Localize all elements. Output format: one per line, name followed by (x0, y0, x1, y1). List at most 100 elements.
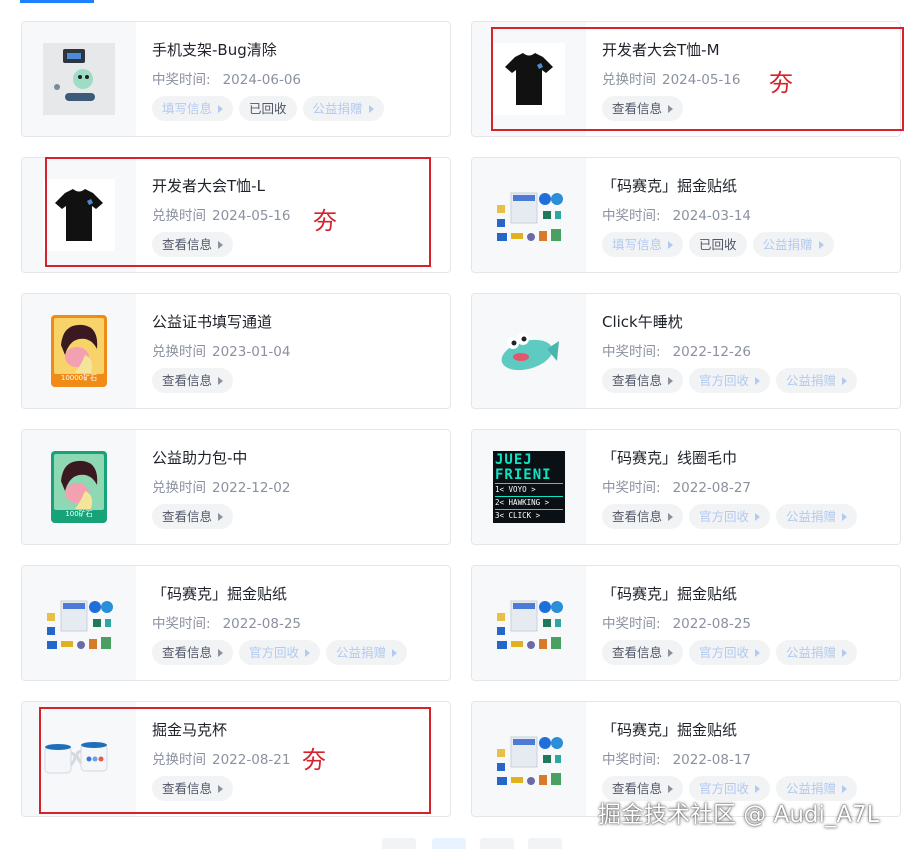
official-recycle-button: 官方回收 (689, 368, 771, 393)
caret-right-icon (842, 512, 848, 521)
prize-actions: 填写信息 已回收 公益捐赠 (602, 232, 834, 257)
button-label: 官方回收 (699, 645, 750, 660)
button-label: 查看信息 (162, 645, 213, 660)
button-label: 官方回收 (249, 645, 300, 660)
sticker-sheet-image (493, 179, 565, 251)
view-info-button[interactable]: 查看信息 (602, 640, 684, 665)
prize-thumbnail (472, 566, 586, 680)
prize-title: 公益助力包-中 (152, 449, 248, 467)
prize-meta: 兑换时间 2023-01-04 (152, 340, 290, 360)
prize-card: 「码赛克」掘金贴纸 中奖时间: 2024-03-14 填写信息 已回收 公益捐赠 (471, 157, 901, 273)
page-prev-button[interactable] (382, 838, 416, 849)
caret-right-icon (368, 104, 374, 113)
official-recycle-button: 官方回收 (689, 640, 771, 665)
prize-meta: 中奖时间: 2022-08-25 (152, 612, 301, 632)
prize-meta: 中奖时间: 2022-08-25 (602, 612, 751, 632)
annotation-box-2 (45, 157, 431, 267)
prize-title: 公益证书填写通道 (152, 313, 273, 331)
button-label: 已回收 (699, 237, 737, 252)
caret-right-icon (755, 784, 761, 793)
prize-date: 2022-08-25 (672, 616, 752, 632)
prize-meta: 中奖时间: 2024-03-14 (602, 204, 751, 224)
view-info-button[interactable]: 查看信息 (152, 504, 234, 529)
annotation-mark-3: 夯 (302, 746, 326, 774)
fish-pillow-image (493, 315, 565, 387)
fill-info-button: 填写信息 (152, 96, 234, 121)
prize-card: 手机支架-Bug清除 中奖时间: 2024-06-06 填写信息 已回收 公益捐赠 (21, 21, 451, 137)
prize-card: 100矿石 公益助力包-中 兑换时间 2022-12-02 查看信息 (21, 429, 451, 545)
caret-right-icon (818, 240, 824, 249)
prize-date: 2022-08-17 (672, 752, 752, 768)
caret-right-icon (842, 376, 848, 385)
page-1-button[interactable] (432, 838, 466, 849)
button-label: 公益捐赠 (786, 645, 837, 660)
prize-actions: 查看信息 官方回收 公益捐赠 (602, 640, 858, 665)
prize-date: 2024-06-06 (222, 72, 302, 88)
prize-card: 10000矿石 公益证书填写通道 兑换时间 2023-01-04 查看信息 (21, 293, 451, 409)
active-tab-indicator (20, 0, 94, 3)
towel-image: JUEJ FRIENI 1< VOYO >2< HAWKING >3< CLICK … (493, 451, 565, 523)
prize-thumbnail: 100矿石 (22, 430, 136, 544)
recycled-button: 已回收 (689, 232, 747, 257)
towel-text-line: FRIENI (495, 467, 552, 483)
prize-thumbnail (472, 158, 586, 272)
prize-meta-label: 中奖时间: (152, 72, 211, 88)
button-label: 公益捐赠 (786, 509, 837, 524)
thumb-caption: 10000矿石 (60, 374, 98, 382)
caret-right-icon (668, 784, 674, 793)
view-info-button[interactable]: 查看信息 (602, 368, 684, 393)
button-label: 已回收 (249, 101, 287, 116)
caret-right-icon (305, 648, 311, 657)
prize-meta-label: 中奖时间: (602, 344, 661, 360)
prize-card: 「码赛克」掘金贴纸 中奖时间: 2022-08-25 查看信息 官方回收 公益捐赠 (21, 565, 451, 681)
prize-actions: 查看信息 官方回收 公益捐赠 (602, 368, 858, 393)
caret-right-icon (755, 512, 761, 521)
pagination (0, 838, 921, 849)
caret-right-icon (218, 104, 224, 113)
prize-actions: 查看信息 (152, 368, 234, 393)
button-label: 填写信息 (612, 237, 663, 252)
prize-meta: 中奖时间: 2022-08-17 (602, 748, 751, 768)
prize-thumbnail: JUEJ FRIENI 1< VOYO >2< HAWKING >3< CLICK … (472, 430, 586, 544)
view-info-button[interactable]: 查看信息 (152, 640, 234, 665)
prize-date: 2022-08-25 (222, 616, 302, 632)
caret-right-icon (668, 648, 674, 657)
charity-donate-button: 公益捐赠 (776, 368, 858, 393)
view-info-button[interactable]: 查看信息 (152, 368, 234, 393)
prize-card: Click午睡枕中奖时间: 2022-12-26 查看信息 官方回收 公益捐赠 (471, 293, 901, 409)
caret-right-icon (668, 512, 674, 521)
prize-meta-label: 中奖时间: (602, 616, 661, 632)
sticker-sheet-image (493, 587, 565, 659)
annotation-mark-2: 夯 (313, 207, 337, 235)
prize-meta: 中奖时间: 2024-06-06 (152, 68, 301, 88)
towel-text-line: 1< VOYO > (495, 483, 563, 496)
towel-text-line: 2< HAWKING > (495, 496, 563, 509)
official-recycle-button: 官方回收 (689, 504, 771, 529)
certificate-orange-image: 10000矿石 (43, 315, 115, 387)
button-label: 填写信息 (162, 101, 213, 116)
official-recycle-button: 官方回收 (239, 640, 321, 665)
prize-meta-label: 中奖时间: (602, 480, 661, 496)
button-label: 官方回收 (699, 373, 750, 388)
phone-stand-image (43, 43, 115, 115)
button-label: 公益捐赠 (312, 101, 363, 116)
charity-donate-button: 公益捐赠 (302, 96, 384, 121)
page-2-button[interactable] (480, 838, 514, 849)
prize-actions: 查看信息 官方回收 公益捐赠 (602, 504, 858, 529)
prize-meta: 中奖时间: 2022-08-27 (602, 476, 751, 496)
prize-meta-label: 兑换时间 (152, 480, 206, 496)
prize-meta-label: 中奖时间: (602, 752, 661, 768)
prize-actions: 查看信息 官方回收 公益捐赠 (152, 640, 408, 665)
fill-info-button: 填写信息 (602, 232, 684, 257)
prize-title: Click午睡枕 (602, 313, 683, 331)
page-3-button[interactable] (528, 838, 562, 849)
caret-right-icon (842, 784, 848, 793)
prize-thumbnail (472, 294, 586, 408)
button-label: 公益捐赠 (786, 373, 837, 388)
thumb-caption: 100矿石 (65, 510, 93, 518)
caret-right-icon (755, 648, 761, 657)
prize-meta: 中奖时间: 2022-12-26 (602, 340, 751, 360)
button-label: 查看信息 (612, 373, 663, 388)
view-info-button[interactable]: 查看信息 (602, 504, 684, 529)
charity-donate-button: 公益捐赠 (776, 640, 858, 665)
